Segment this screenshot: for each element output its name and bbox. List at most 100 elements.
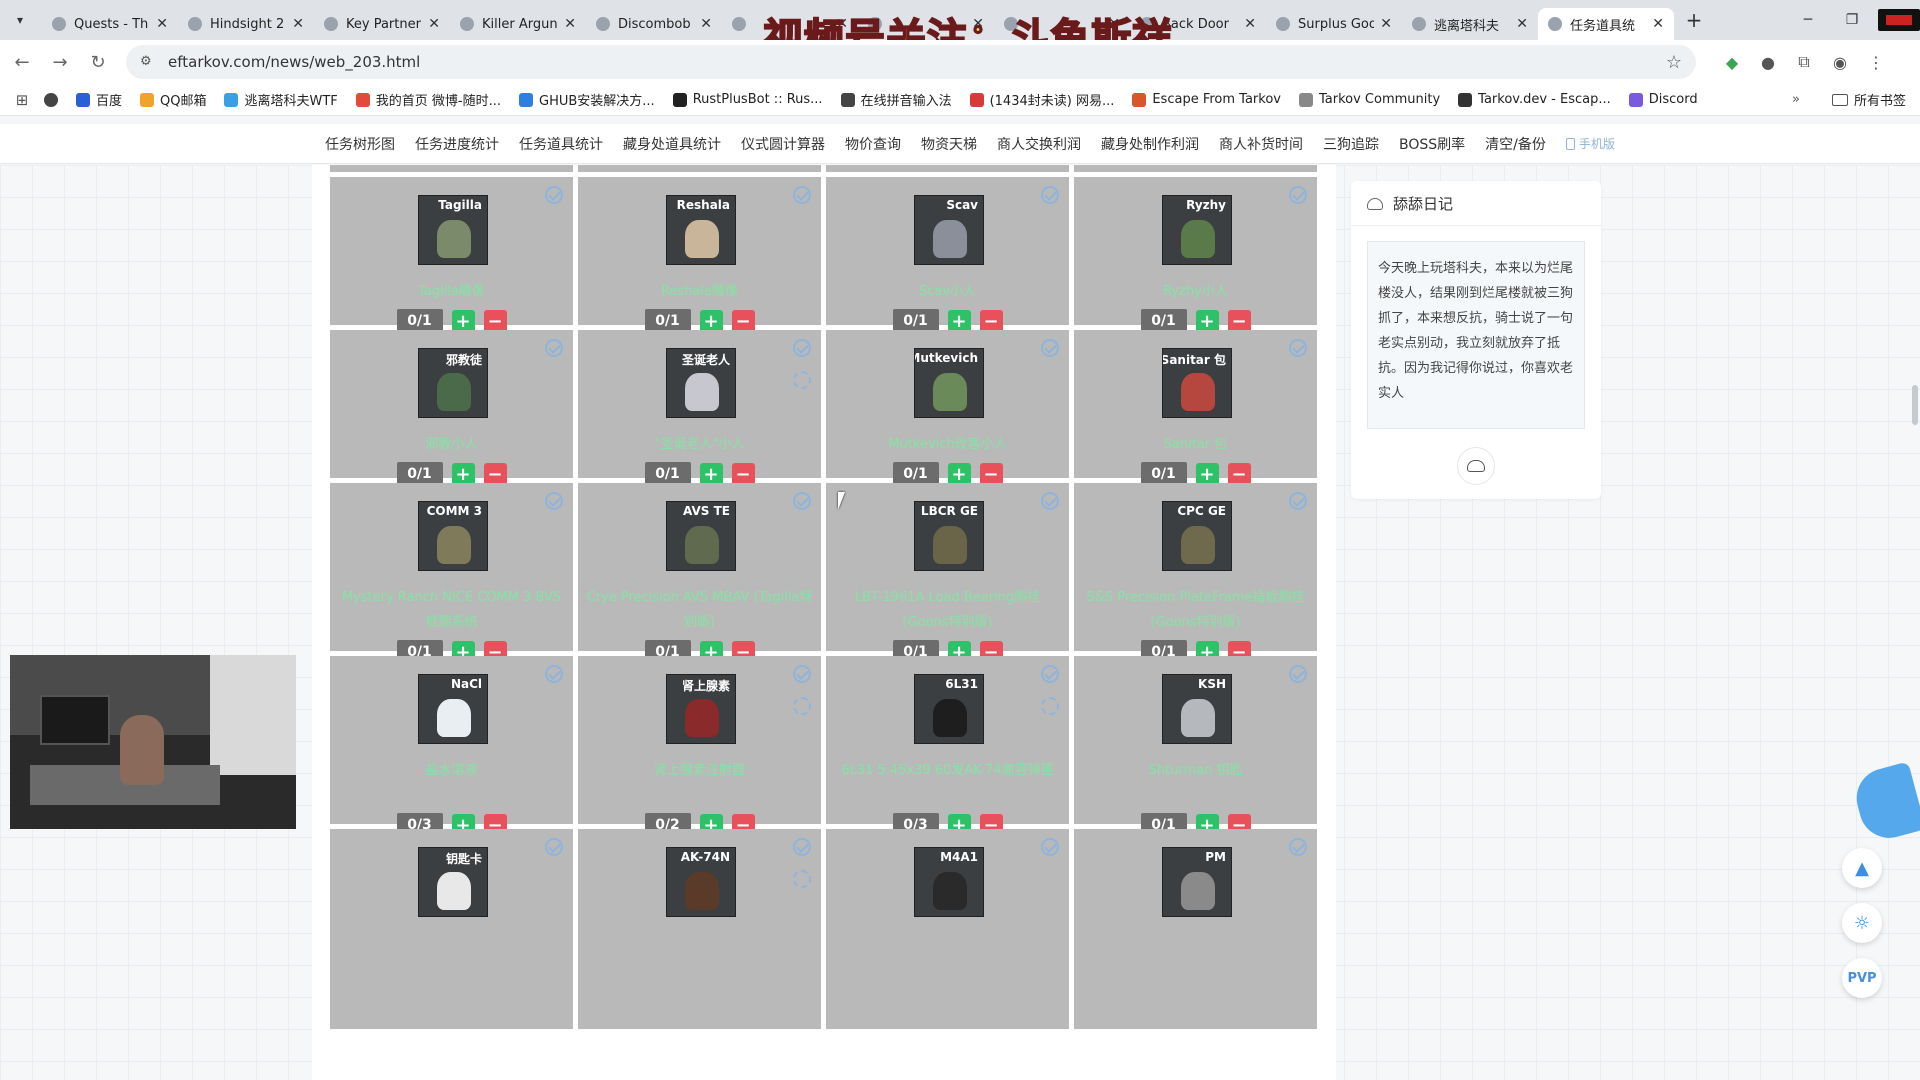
site-nav-item[interactable]: 藏身处制作利润	[1101, 134, 1199, 154]
webcam-person	[120, 715, 164, 785]
browser-tab[interactable]: Quests - Th ✕	[42, 8, 178, 40]
maximize-icon[interactable]: ❐	[1830, 12, 1874, 28]
diary-refresh-button[interactable]	[1457, 447, 1495, 485]
completed-check-icon[interactable]	[1289, 186, 1307, 204]
browser-tab[interactable]: Killer Argun ✕	[450, 8, 586, 40]
site-nav-item[interactable]: 任务树形图	[325, 134, 395, 154]
back-icon[interactable]: ←	[6, 46, 38, 78]
found-in-raid-icon[interactable]	[793, 697, 811, 715]
completed-check-icon[interactable]	[1041, 665, 1059, 683]
completed-check-icon[interactable]	[1041, 492, 1059, 510]
completed-check-icon[interactable]	[793, 492, 811, 510]
tab-close-icon[interactable]: ✕	[1380, 16, 1392, 32]
rocket-icon[interactable]: ▲	[1842, 848, 1882, 888]
site-nav-item[interactable]: 商人交换利润	[997, 134, 1081, 154]
browser-tab[interactable]: Surplus Goo ✕	[1266, 8, 1402, 40]
bookmark-item[interactable]: GHUB安装解决方...	[519, 90, 655, 109]
found-in-raid-icon[interactable]	[793, 371, 811, 389]
bookmark-item[interactable]: 百度	[76, 90, 122, 109]
menu-kebab-icon[interactable]: ⋮	[1858, 53, 1894, 72]
shield-extension-icon[interactable]: ◆	[1714, 53, 1750, 72]
bookmark-item[interactable]: Discord	[1628, 90, 1698, 109]
completed-check-icon[interactable]	[793, 186, 811, 204]
bookmarks-more-button[interactable]: »	[1792, 92, 1800, 107]
completed-check-icon[interactable]	[545, 838, 563, 856]
new-tab-button[interactable]: +	[1680, 6, 1708, 34]
tab-close-icon[interactable]: ✕	[1244, 16, 1256, 32]
found-in-raid-icon[interactable]	[793, 870, 811, 888]
browser-tab[interactable]: Key Partner ✕	[314, 8, 450, 40]
tab-search-icon[interactable]: ▾	[8, 8, 32, 32]
sun-icon[interactable]: ☼	[1842, 903, 1882, 943]
bookmark-item[interactable]: 在线拼音输入法	[840, 90, 952, 109]
completed-check-icon[interactable]	[545, 492, 563, 510]
found-in-raid-icon[interactable]	[1041, 697, 1059, 715]
item-short-tag: KSH	[1198, 677, 1226, 691]
completed-check-icon[interactable]	[793, 665, 811, 683]
item-short-tag: AVS TE	[683, 504, 730, 518]
item-short-tag: Tagilla	[438, 198, 482, 212]
completed-check-icon[interactable]	[1289, 838, 1307, 856]
tab-close-icon[interactable]: ✕	[156, 16, 168, 32]
tab-close-icon[interactable]: ✕	[1652, 16, 1664, 32]
url-input[interactable]: ⚙ eftarkov.com/news/web_203.html ☆	[126, 45, 1696, 79]
reload-icon[interactable]: ↻	[82, 46, 114, 78]
bookmark-globe[interactable]	[44, 92, 64, 107]
completed-check-icon[interactable]	[545, 665, 563, 683]
bookmark-item[interactable]: Escape From Tarkov	[1132, 90, 1281, 109]
apps-grid-icon[interactable]: ⊞	[0, 91, 44, 109]
completed-check-icon[interactable]	[1289, 492, 1307, 510]
bookmark-item[interactable]: 逃离塔科夫WTF	[224, 90, 338, 109]
tab-close-icon[interactable]: ✕	[1516, 16, 1528, 32]
site-nav-item[interactable]: 任务道具统计	[519, 134, 603, 154]
forward-icon[interactable]: →	[44, 46, 76, 78]
completed-check-icon[interactable]	[793, 838, 811, 856]
browser-tab[interactable]: 逃离塔科夫 ✕	[1402, 8, 1538, 40]
completed-check-icon[interactable]	[793, 339, 811, 357]
bookmark-item[interactable]: (1434封未读) 网易...	[969, 90, 1114, 109]
browser-tab[interactable]: 任务道具统 ✕	[1538, 8, 1674, 40]
extension-icon[interactable]: ●	[1750, 53, 1786, 72]
mobile-version-link[interactable]: 手机版	[1565, 135, 1615, 152]
bookmark-item[interactable]: QQ邮箱	[140, 90, 206, 109]
bookmark-favicon-icon	[224, 92, 239, 107]
profile-icon[interactable]: ◉	[1822, 53, 1858, 72]
site-nav-item[interactable]: 藏身处道具统计	[623, 134, 721, 154]
bookmark-star-icon[interactable]: ☆	[1666, 52, 1682, 73]
site-nav-item[interactable]: 三狗追踪	[1323, 134, 1379, 154]
site-nav-item[interactable]: 清空/备份	[1485, 134, 1546, 154]
scrollbar[interactable]	[1912, 385, 1918, 425]
site-info-icon[interactable]: ⚙	[140, 54, 156, 70]
completed-check-icon[interactable]	[545, 339, 563, 357]
site-nav-item[interactable]: 仪式圆计算器	[741, 134, 825, 154]
browser-tab[interactable]: Discombob ✕	[586, 8, 722, 40]
bookmark-label: Discord	[1648, 92, 1698, 107]
completed-check-icon[interactable]	[545, 186, 563, 204]
extensions-puzzle-icon[interactable]: ⧉	[1786, 52, 1822, 72]
completed-check-icon[interactable]	[1289, 665, 1307, 683]
completed-check-icon[interactable]	[1289, 339, 1307, 357]
tab-close-icon[interactable]: ✕	[428, 16, 440, 32]
completed-check-icon[interactable]	[1041, 339, 1059, 357]
completed-check-icon[interactable]	[1041, 838, 1059, 856]
browser-tab[interactable]: Hindsight 2 ✕	[178, 8, 314, 40]
site-nav-item[interactable]: 物价查询	[845, 134, 901, 154]
tab-close-icon[interactable]: ✕	[700, 16, 712, 32]
bookmark-item[interactable]: RustPlusBot :: Rus...	[672, 90, 823, 109]
bookmark-favicon-icon	[840, 92, 855, 107]
all-bookmarks-button[interactable]: 所有书签	[1831, 90, 1906, 109]
site-nav-item[interactable]: 商人补货时间	[1219, 134, 1303, 154]
site-nav-item[interactable]: BOSS刷率	[1399, 134, 1465, 154]
completed-check-icon[interactable]	[1041, 186, 1059, 204]
tab-close-icon[interactable]: ✕	[564, 16, 576, 32]
minimize-icon[interactable]: ─	[1786, 12, 1830, 28]
site-nav-item[interactable]: 物资天梯	[921, 134, 977, 154]
item-thumbnail: Scav	[914, 195, 984, 265]
quest-item-card: 6L31 6L31 5.45x39 60发AK-74兼容弹匣 0/3 + −	[826, 656, 1069, 837]
bookmark-item[interactable]: Tarkov.dev - Escap...	[1458, 90, 1611, 109]
bookmark-item[interactable]: Tarkov Community	[1298, 90, 1440, 109]
site-nav-item[interactable]: 任务进度统计	[415, 134, 499, 154]
bookmark-item[interactable]: 我的首页 微博-随时...	[355, 90, 501, 109]
tab-close-icon[interactable]: ✕	[292, 16, 304, 32]
pvp-toggle-button[interactable]: PVP	[1842, 958, 1882, 998]
